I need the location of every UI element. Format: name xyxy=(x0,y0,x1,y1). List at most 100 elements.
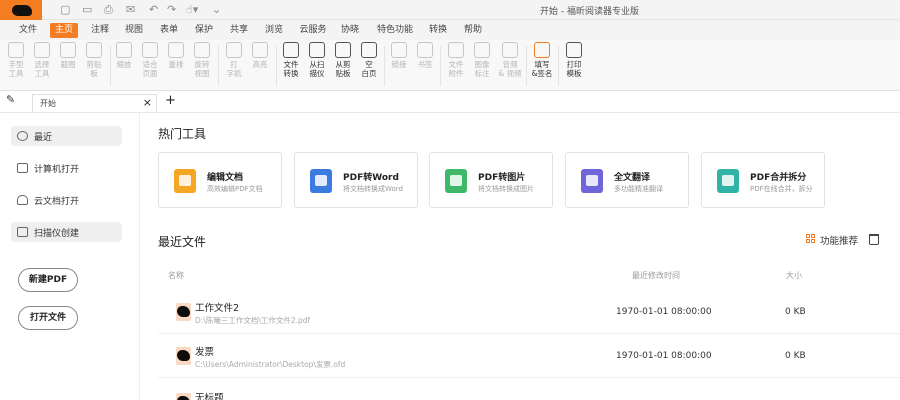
file-icon xyxy=(176,347,191,365)
document-tab-bar: ✎ 开始 × + xyxy=(0,91,900,113)
file-modified: 1970-01-01 08:00:00 xyxy=(616,351,712,361)
reflow-button[interactable]: 重排 xyxy=(162,42,190,69)
zoom-button[interactable]: 缩放 xyxy=(110,42,138,69)
menu-tab-collab[interactable]: 协晓 xyxy=(336,23,364,38)
reflow-icon xyxy=(168,42,184,58)
menu-tab-convert[interactable]: 转换 xyxy=(424,23,452,38)
file-path: D:\陈曦三工作文档\工作文件2.pdf xyxy=(195,316,311,325)
hand-tool-icon[interactable]: ☝▾ xyxy=(186,3,198,16)
save-icon[interactable]: ▭ xyxy=(82,3,92,16)
card-pdf-to-image[interactable]: PDF转图片 将文档转换成图片 xyxy=(429,152,553,208)
screenshot-icon xyxy=(60,42,76,58)
sidebar-item-scanner[interactable]: 扫描仪创建 xyxy=(11,222,122,242)
redo-icon[interactable]: ↷ xyxy=(167,3,176,16)
ribbon-divider xyxy=(558,46,559,86)
file-convert-icon xyxy=(283,42,299,58)
menu-tab-share[interactable]: 共享 xyxy=(225,23,253,38)
card-edit-document[interactable]: 编辑文档 高效编辑PDF文档 xyxy=(158,152,282,208)
menu-tab-browse[interactable]: 浏览 xyxy=(260,23,288,38)
menu-tab-file[interactable]: 文件 xyxy=(14,23,42,38)
card-pdf-to-word[interactable]: PDF转Word 将文档转换成Word xyxy=(294,152,418,208)
link-icon xyxy=(391,42,407,58)
image-annotation-button[interactable]: 图像 标注 xyxy=(468,42,496,78)
cloud-icon xyxy=(17,195,28,205)
ribbon-divider xyxy=(526,46,527,86)
bookmark-button[interactable]: 书签 xyxy=(411,42,439,69)
open-file-icon[interactable]: ▢ xyxy=(60,3,70,16)
link-button[interactable]: 链接 xyxy=(385,42,413,69)
menu-tab-form[interactable]: 表单 xyxy=(155,23,183,38)
ribbon-toolbar: 手型 工具 选择 工具 截图 剪贴 板 缩放 适合 页面 重排 旋转 视图 打 … xyxy=(0,40,900,91)
from-clipboard-button[interactable]: 从剪 贴板 xyxy=(329,42,357,78)
feature-recommend-button[interactable]: 功能推荐 xyxy=(820,233,858,247)
file-row[interactable]: 无标题 xyxy=(158,382,900,400)
open-file-button[interactable]: 打开文件 xyxy=(18,306,78,330)
sidebar-item-cloud[interactable]: 云文档打开 xyxy=(11,190,122,210)
image-icon xyxy=(445,169,467,193)
menu-tab-features[interactable]: 特色功能 xyxy=(373,23,417,38)
file-attachment-button[interactable]: 文件 附件 xyxy=(442,42,470,78)
file-size: 0 KB xyxy=(785,351,806,361)
fit-page-icon xyxy=(142,42,158,58)
close-icon[interactable]: × xyxy=(143,96,152,109)
typewriter-button[interactable]: 打 字机 xyxy=(220,42,248,78)
pen-icon[interactable]: ✎ xyxy=(6,93,15,106)
card-full-translate[interactable]: 全文翻译 多功能精准翻译 xyxy=(565,152,689,208)
clipboard-icon xyxy=(86,42,102,58)
fill-sign-icon xyxy=(534,42,550,58)
menu-tab-cloud[interactable]: 云服务 xyxy=(296,23,330,38)
email-icon[interactable]: ✉ xyxy=(126,3,135,16)
title-bar: ▢ ▭ ⎙ ✉ ↶ ↷ ☝▾ ⌄ 开始 - 福昕阅读器专业版 xyxy=(0,0,900,20)
print-icon[interactable]: ⎙ xyxy=(104,3,113,17)
highlight-button[interactable]: 高亮 xyxy=(246,42,274,69)
fit-page-button[interactable]: 适合 页面 xyxy=(136,42,164,78)
file-convert-button[interactable]: 文件 转换 xyxy=(277,42,305,78)
file-name: 工作文件2 xyxy=(195,303,240,314)
file-row[interactable]: 发票 C:\Users\Administrator\Desktop\发票.ofd… xyxy=(158,336,900,378)
app-logo[interactable] xyxy=(0,0,42,20)
fill-sign-button[interactable]: 填写 &签名 xyxy=(528,42,556,78)
ribbon-divider xyxy=(440,46,441,86)
from-clipboard-icon xyxy=(335,42,351,58)
trash-icon[interactable] xyxy=(869,234,879,245)
image-annot-icon xyxy=(474,42,490,58)
column-header-modified[interactable]: 最近修改时间 xyxy=(632,270,680,281)
column-header-size[interactable]: 大小 xyxy=(786,270,802,281)
hand-icon xyxy=(8,42,24,58)
select-icon xyxy=(34,42,50,58)
menu-tab-comment[interactable]: 注释 xyxy=(86,23,114,38)
hot-tools-title: 热门工具 xyxy=(158,127,207,141)
card-pdf-merge-split[interactable]: PDF合并拆分 PDF在线合并，拆分 xyxy=(701,152,825,208)
window-title: 开始 - 福昕阅读器专业版 xyxy=(540,7,639,17)
new-pdf-button[interactable]: 新建PDF xyxy=(18,268,78,292)
sidebar-item-recent[interactable]: 最近 xyxy=(11,126,122,146)
tab-start[interactable]: 开始 × xyxy=(32,94,157,112)
menu-tab-help[interactable]: 帮助 xyxy=(459,23,487,38)
undo-icon[interactable]: ↶ xyxy=(149,3,158,16)
file-name: 无标题 xyxy=(195,393,224,400)
tab-title: 开始 xyxy=(40,99,56,108)
sidebar-item-computer[interactable]: 计算机打开 xyxy=(11,158,122,178)
rotate-view-button[interactable]: 旋转 视图 xyxy=(188,42,216,78)
from-scanner-button[interactable]: 从扫 描仪 xyxy=(303,42,331,78)
menu-tab-home[interactable]: 主页 xyxy=(50,23,78,38)
hand-tool-button[interactable]: 手型 工具 xyxy=(2,42,30,78)
blank-page-button[interactable]: 空 白页 xyxy=(355,42,383,78)
file-row[interactable]: 工作文件2 D:\陈曦三工作文档\工作文件2.pdf 1970-01-01 08… xyxy=(158,292,900,334)
attachment-icon xyxy=(448,42,464,58)
ribbon-divider xyxy=(218,46,219,86)
print-template-button[interactable]: 打印 模板 xyxy=(560,42,588,78)
screenshot-button[interactable]: 截图 xyxy=(54,42,82,69)
menu-bar: 文件 主页 注释 视图 表单 保护 共享 浏览 云服务 协晓 特色功能 转换 帮… xyxy=(0,20,900,40)
customize-icon[interactable]: ⌄ xyxy=(212,3,221,16)
clipboard-button[interactable]: 剪贴 板 xyxy=(80,42,108,78)
print-icon xyxy=(566,42,582,58)
column-header-name[interactable]: 名称 xyxy=(168,270,184,281)
add-tab-icon[interactable]: + xyxy=(165,93,176,108)
menu-tab-protect[interactable]: 保护 xyxy=(190,23,218,38)
audio-video-button[interactable]: 音频 & 视频 xyxy=(496,42,524,78)
monitor-icon xyxy=(17,163,28,173)
file-modified: 1970-01-01 08:00:00 xyxy=(616,307,712,317)
select-tool-button[interactable]: 选择 工具 xyxy=(28,42,56,78)
menu-tab-view[interactable]: 视图 xyxy=(120,23,148,38)
